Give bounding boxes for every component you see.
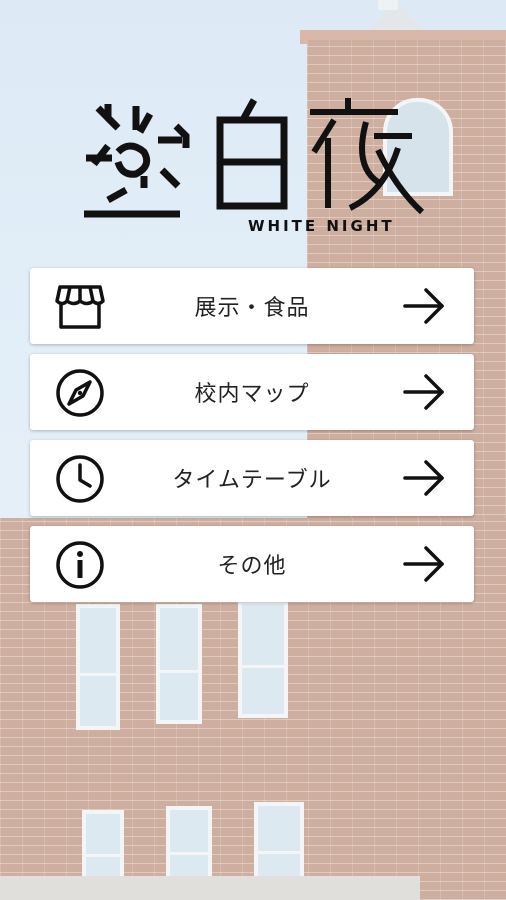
menu-item-timetable[interactable]: タイムテーブル [30, 440, 474, 516]
menu-item-campus-map[interactable]: 校内マップ [30, 354, 474, 430]
logo-subtitle: WHITE NIGHT [248, 217, 395, 235]
arrow-right-icon [403, 546, 444, 582]
arrow-right-icon [403, 374, 444, 410]
arrow-right-icon [403, 288, 444, 324]
menu-item-exhibits-food[interactable]: 展示・食品 [30, 268, 474, 344]
app-logo: WHITE NIGHT [78, 96, 430, 236]
main-menu: 展示・食品 校内マップ タイムテーブル その他 [30, 268, 474, 612]
logo-mark [84, 98, 425, 218]
arrow-right-icon [403, 460, 444, 496]
menu-item-other[interactable]: その他 [30, 526, 474, 602]
